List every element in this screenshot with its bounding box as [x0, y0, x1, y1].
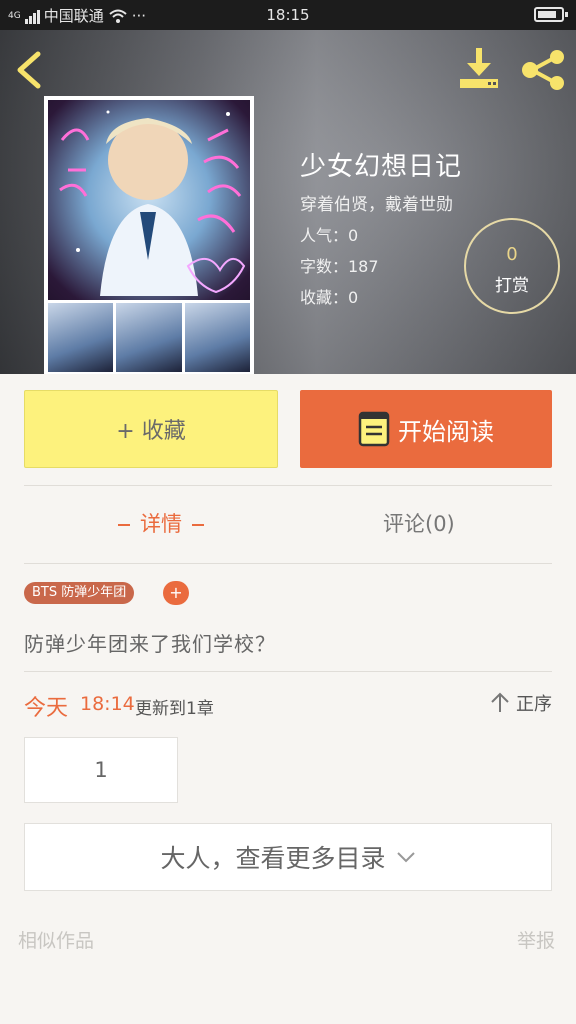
read-label: 开始阅读	[398, 417, 494, 446]
cover-artwork	[59, 110, 246, 296]
status-bar: 4G 中国联通 ··· 18:15	[0, 0, 576, 30]
book-description: 防弹少年团来了我们学校？	[24, 632, 276, 656]
download-button[interactable]	[456, 46, 502, 92]
book-title: 少女幻想日记	[300, 152, 463, 182]
chevron-left-icon	[17, 51, 41, 89]
divider	[24, 563, 552, 564]
book-cover-image	[44, 96, 254, 374]
tab-comments-label: 评论(0)	[383, 512, 455, 536]
add-tag-button[interactable]: +	[163, 581, 189, 605]
view-more-catalog-button[interactable]: 大人，查看更多目录	[24, 823, 552, 891]
back-button[interactable]	[12, 50, 48, 90]
cover-thumbnails	[48, 300, 250, 372]
favorite-label: + 收藏	[116, 419, 186, 444]
popularity-stat: 人气：0	[300, 226, 359, 245]
update-time: 18:14	[80, 693, 135, 715]
report-link[interactable]: 举报	[517, 926, 555, 953]
tag-bts[interactable]: BTS 防弹少年团	[24, 582, 135, 604]
status-time: 18:15	[266, 6, 310, 24]
book-author: 穿着伯贤，戴着世勋	[300, 195, 453, 215]
divider	[24, 671, 552, 672]
battery-icon	[534, 7, 568, 22]
book-icon	[358, 411, 390, 447]
download-icon	[460, 48, 498, 88]
favorites-stat: 收藏：0	[300, 288, 359, 307]
tab-comments[interactable]: 评论(0)	[383, 508, 455, 538]
more-catalog-label: 大人，查看更多目录	[160, 844, 386, 873]
word-count-stat: 字数：187	[300, 257, 379, 276]
divider	[24, 485, 552, 486]
tip-button[interactable]: 0 打赏	[464, 218, 560, 314]
sort-label: 正序	[516, 694, 552, 715]
add-to-favorites-button[interactable]: + 收藏	[24, 390, 278, 468]
chapter-item[interactable]: 1	[24, 737, 178, 803]
tip-label: 打赏	[495, 276, 529, 296]
tab-detail[interactable]: 详情	[108, 508, 214, 538]
update-status: 更新到1章	[135, 699, 214, 719]
share-icon	[522, 50, 564, 90]
share-button[interactable]	[520, 48, 568, 92]
chevron-down-icon	[396, 852, 415, 863]
tab-indicator-left	[118, 524, 130, 526]
tip-count: 0	[506, 244, 518, 265]
book-header: 少女幻想日记 穿着伯贤，戴着世勋 人气：0 字数：187 收藏：0 0 打赏	[0, 30, 576, 374]
start-reading-button[interactable]: 开始阅读	[300, 390, 552, 468]
similar-works-link[interactable]: 相似作品	[18, 926, 94, 953]
tab-detail-label: 详情	[140, 512, 182, 536]
tab-indicator-right	[192, 524, 204, 526]
sort-order-button[interactable]: 正序	[490, 690, 552, 716]
arrow-up-icon	[491, 692, 509, 712]
update-day: 今天	[24, 696, 69, 721]
